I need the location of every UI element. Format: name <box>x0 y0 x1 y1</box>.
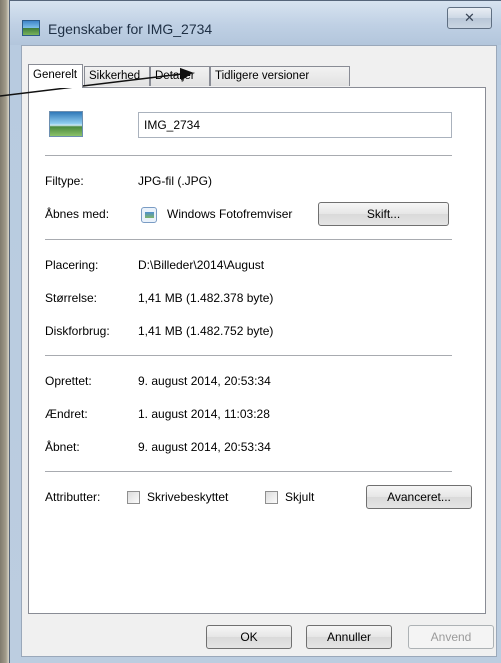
image-file-icon <box>22 20 40 36</box>
separator <box>45 471 452 472</box>
title-bar[interactable]: Egenskaber for IMG_2734 ✕ <box>10 1 501 45</box>
hidden-label[interactable]: Skjult <box>285 490 314 504</box>
disk-usage-value: 1,41 MB (1.482.752 byte) <box>138 324 274 338</box>
readonly-checkbox[interactable] <box>127 491 140 504</box>
file-name-input[interactable]: IMG_2734 <box>138 112 452 138</box>
ok-button[interactable]: OK <box>206 625 292 649</box>
tab-general[interactable]: Generelt <box>28 64 83 88</box>
filetype-value: JPG-fil (.JPG) <box>138 174 212 188</box>
modified-label: Ændret: <box>45 407 88 421</box>
separator <box>45 155 452 156</box>
tab-details[interactable]: Detaljer <box>150 66 210 86</box>
readonly-label[interactable]: Skrivebeskyttet <box>147 490 228 504</box>
tab-security[interactable]: Sikkerhed <box>84 66 150 86</box>
advanced-button[interactable]: Avanceret... <box>366 485 472 509</box>
created-value: 9. august 2014, 20:53:34 <box>138 374 271 388</box>
size-value: 1,41 MB (1.482.378 byte) <box>138 291 274 305</box>
separator <box>45 355 452 356</box>
location-label: Placering: <box>45 258 99 272</box>
accessed-value: 9. august 2014, 20:53:34 <box>138 440 271 454</box>
tab-previous-versions[interactable]: Tidligere versioner <box>210 66 350 86</box>
properties-window: Egenskaber for IMG_2734 ✕ Generelt Sikke… <box>9 0 501 663</box>
general-panel: IMG_2734 Filtype: JPG-fil (.JPG) Åbnes m… <box>28 87 486 614</box>
hidden-checkbox[interactable] <box>265 491 278 504</box>
photo-viewer-icon <box>141 207 157 223</box>
opens-with-value: Windows Fotofremviser <box>167 207 293 221</box>
close-button[interactable]: ✕ <box>447 7 492 29</box>
close-icon: ✕ <box>464 10 475 25</box>
accessed-label: Åbnet: <box>45 440 80 454</box>
attributes-label: Attributter: <box>45 490 101 504</box>
window-title: Egenskaber for IMG_2734 <box>48 21 213 37</box>
opens-with-label: Åbnes med: <box>45 207 110 221</box>
filetype-label: Filtype: <box>45 174 84 188</box>
cancel-button[interactable]: Annuller <box>306 625 392 649</box>
change-button[interactable]: Skift... <box>318 202 449 226</box>
size-label: Størrelse: <box>45 291 98 305</box>
modified-value: 1. august 2014, 11:03:28 <box>138 407 270 421</box>
dialog-body: Generelt Sikkerhed Detaljer Tidligere ve… <box>21 45 497 657</box>
created-label: Oprettet: <box>45 374 92 388</box>
apply-button[interactable]: Anvend <box>408 625 494 649</box>
disk-usage-label: Diskforbrug: <box>45 324 110 338</box>
image-file-icon <box>49 111 83 137</box>
separator <box>45 239 452 240</box>
location-value: D:\Billeder\2014\August <box>138 258 265 272</box>
